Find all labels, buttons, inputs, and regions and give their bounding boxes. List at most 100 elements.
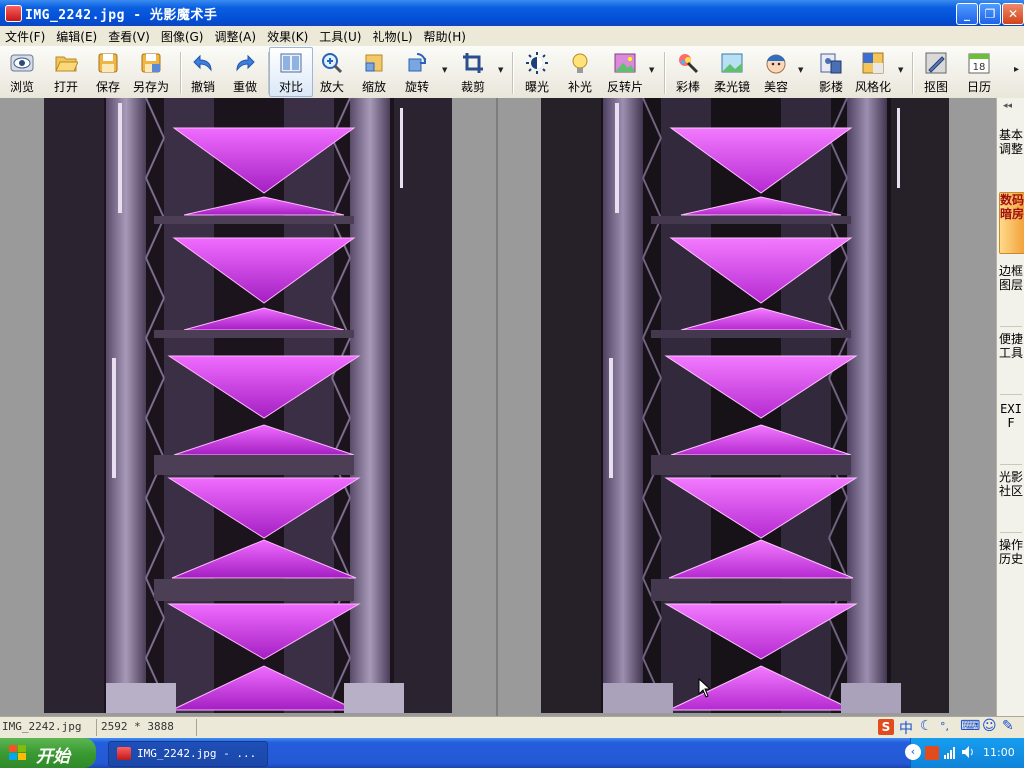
ime-keyboard-icon[interactable]: ⌨ (960, 718, 980, 734)
status-filename: IMG_2242.jpg (2, 720, 82, 733)
tab-community[interactable]: 光影社区 (999, 470, 1023, 526)
open-button[interactable]: 打开 (45, 48, 87, 96)
menu-gifts[interactable]: 礼物(L) (367, 26, 418, 46)
bulb-icon (572, 53, 588, 73)
original-image-pane[interactable] (0, 98, 496, 716)
ime-lang-toggle[interactable]: 中 (899, 718, 913, 738)
crop-dropdown-arrow[interactable]: ▼ (498, 66, 503, 74)
status-divider (196, 719, 197, 736)
save-button[interactable]: 保存 (87, 48, 129, 96)
negative-dropdown-arrow[interactable]: ▼ (649, 66, 654, 74)
ime-user-icon[interactable]: ☺ (982, 718, 997, 734)
menu-help[interactable]: 帮助(H) (419, 26, 472, 46)
ime-punct-icon[interactable]: °, (940, 720, 949, 733)
fill-light-button[interactable]: 补光 (559, 48, 601, 96)
menu-effects[interactable]: 效果(K) (262, 26, 314, 46)
studio-label: 影楼 (818, 80, 843, 94)
mouse-cursor-icon (698, 678, 712, 698)
studio-button[interactable]: 影楼 (810, 48, 852, 96)
save-as-label: 另存为 (132, 80, 169, 94)
panel-divider (1000, 464, 1022, 465)
rotate-button[interactable]: 旋转 (396, 48, 438, 96)
undo-button[interactable]: 撤销 (182, 48, 224, 96)
fill-light-label: 补光 (567, 80, 592, 94)
compare-button[interactable]: 对比 (269, 47, 313, 97)
menu-tools[interactable]: 工具(U) (314, 26, 367, 46)
toolbar-separator (512, 52, 514, 94)
undo-label: 撤销 (190, 80, 215, 94)
original-photo (44, 98, 452, 713)
ime-tray-icon[interactable] (925, 746, 939, 760)
rotate-icon (408, 53, 426, 72)
tab-frames-layers[interactable]: 边框图层 (999, 264, 1023, 320)
start-button[interactable]: 开始 (0, 738, 96, 768)
exposure-button[interactable]: 曝光 (516, 48, 558, 96)
panel-collapse-icon[interactable]: ◂◂ (1003, 101, 1012, 111)
ime-fullwidth-icon[interactable]: ☾ (920, 718, 933, 734)
windows-logo-icon (9, 745, 26, 760)
style-palette-icon (862, 52, 884, 74)
ime-settings-icon[interactable]: ✎ (1002, 718, 1014, 734)
toolbar-overflow-arrow[interactable]: ▸ (1014, 64, 1019, 75)
sun-icon (526, 52, 548, 74)
calendar-button[interactable]: 18 日历 (958, 48, 1000, 96)
soft-focus-button[interactable]: 柔光镜 (710, 48, 754, 96)
app-icon[interactable] (5, 5, 22, 22)
style-dropdown-arrow[interactable]: ▼ (898, 66, 903, 74)
tab-quick-tools[interactable]: 便捷工具 (999, 332, 1023, 388)
minimize-button[interactable]: _ (956, 3, 978, 25)
zoom-in-button[interactable]: 放大 (311, 48, 353, 96)
tab-basic-adjust[interactable]: 基本调整 (999, 128, 1023, 184)
portrait-studio-icon (820, 53, 842, 74)
resize-icon (365, 54, 383, 72)
ime-logo-icon[interactable]: S (878, 719, 894, 735)
toolbar-separator (912, 52, 914, 94)
menu-file[interactable]: 文件(F) (0, 26, 51, 46)
cutout-label: 抠图 (923, 80, 948, 94)
preview-image-pane[interactable] (498, 98, 996, 716)
crop-label: 裁剪 (460, 80, 485, 94)
image-workarea[interactable] (0, 98, 996, 716)
cutout-button[interactable]: 抠图 (915, 48, 957, 96)
taskbar-item-app[interactable]: IMG_2242.jpg - ... (108, 741, 268, 767)
compare-label: 对比 (278, 80, 303, 94)
tower-photo-right (541, 98, 949, 713)
signal-icon[interactable] (943, 746, 957, 760)
floppy-disk-icon (98, 53, 118, 73)
color-stick-button[interactable]: 彩棒 (667, 48, 709, 96)
resize-button[interactable]: 缩放 (353, 48, 395, 96)
menu-view[interactable]: 查看(V) (103, 26, 156, 46)
app-task-icon (117, 747, 131, 760)
beauty-button[interactable]: 美容 (755, 48, 797, 96)
menu-image[interactable]: 图像(G) (156, 26, 210, 46)
negative-button[interactable]: 反转片 (602, 48, 648, 96)
window-title: IMG_2242.jpg - 光影魔术手 (25, 8, 218, 23)
folder-open-icon (55, 56, 78, 72)
beauty-dropdown-arrow[interactable]: ▼ (798, 66, 803, 74)
menu-adjust[interactable]: 调整(A) (209, 26, 262, 46)
magnifier-plus-icon (322, 53, 343, 74)
browse-button[interactable]: 浏览 (1, 48, 43, 96)
style-button[interactable]: 风格化 (852, 48, 894, 96)
save-as-button[interactable]: 另存为 (130, 48, 172, 96)
tray-expand-icon[interactable]: ‹ (905, 744, 921, 760)
taskbar-clock[interactable]: 11:00 (983, 746, 1015, 759)
beauty-label: 美容 (763, 80, 788, 94)
redo-arrow-icon (236, 54, 255, 72)
redo-button[interactable]: 重做 (224, 48, 266, 96)
crop-button[interactable]: 裁剪 (452, 48, 494, 96)
tab-exif[interactable]: EXIF (999, 402, 1023, 460)
volume-icon[interactable] (961, 745, 975, 759)
menu-edit[interactable]: 编辑(E) (51, 26, 103, 46)
panel-divider (1000, 326, 1022, 327)
maximize-button[interactable]: ❐ (979, 3, 1001, 25)
close-button[interactable]: ✕ (1002, 3, 1024, 25)
style-label: 风格化 (854, 80, 891, 94)
tab-history[interactable]: 操作历史 (999, 538, 1023, 594)
zoom-label: 放大 (319, 80, 344, 94)
rotate-dropdown-arrow[interactable]: ▼ (442, 66, 447, 74)
soft-focus-label: 柔光镜 (713, 80, 750, 94)
open-label: 打开 (53, 80, 78, 94)
color-wand-icon (679, 54, 699, 74)
tab-digital-darkroom[interactable]: 数码暗房 (999, 192, 1024, 254)
